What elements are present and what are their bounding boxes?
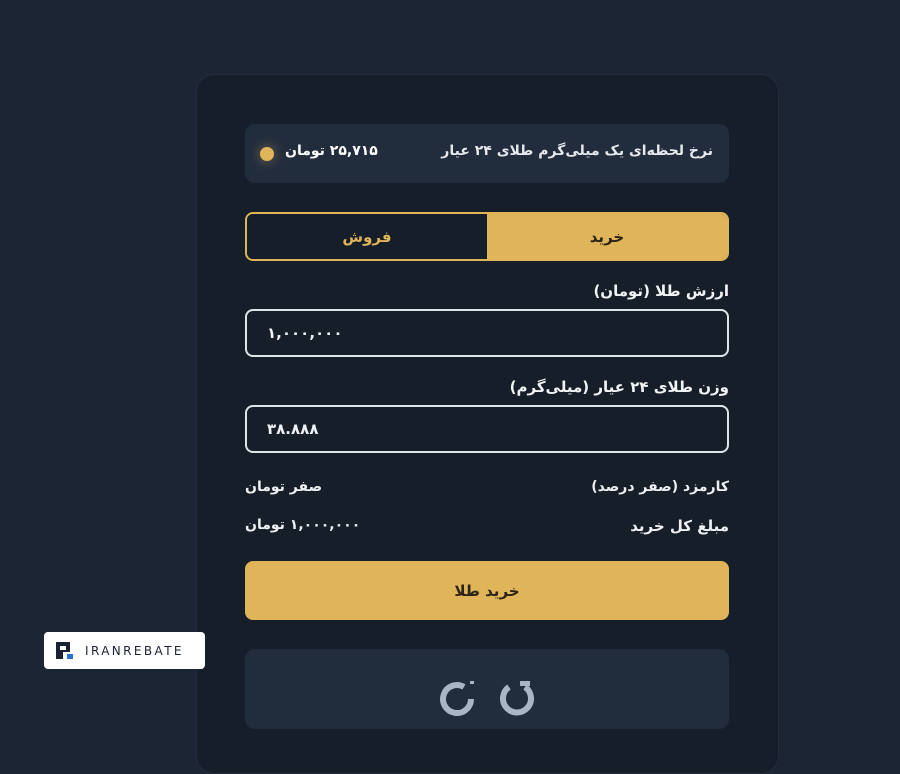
gold-weight-input[interactable]: ۳۸.۸۸۸	[245, 405, 729, 453]
loading-panel	[245, 649, 729, 729]
tab-buy[interactable]: خرید	[487, 214, 727, 259]
iranrebate-logo-icon	[54, 640, 75, 661]
trade-type-tabs: فروش خرید	[245, 212, 729, 261]
live-indicator-icon	[260, 147, 274, 161]
buy-gold-button[interactable]: خرید طلا	[245, 561, 729, 620]
gold-value-label: ارزش طلا (تومان)	[593, 282, 729, 300]
fee-value: صفر تومان	[245, 479, 323, 495]
gold-weight-label: وزن طلای ۲۴ عیار (میلی‌گرم)	[509, 378, 729, 396]
loading-spinner-icon	[440, 681, 474, 717]
live-rate-value: ۲۵,۷۱۵ تومان	[285, 143, 378, 159]
gold-value-input[interactable]: ۱,۰۰۰,۰۰۰	[245, 309, 729, 357]
live-rate-box: نرخ لحظه‌ای یک میلی‌گرم طلای ۲۴ عیار ۲۵,…	[245, 124, 729, 183]
total-label: مبلغ کل خرید	[630, 517, 729, 535]
watermark-text: IRANREBATE	[85, 643, 184, 658]
tab-sell[interactable]: فروش	[247, 214, 487, 259]
iranrebate-watermark: IRANREBATE	[44, 632, 205, 669]
total-value: ۱,۰۰۰,۰۰۰ تومان	[245, 517, 361, 533]
live-rate-label: نرخ لحظه‌ای یک میلی‌گرم طلای ۲۴ عیار	[441, 143, 713, 159]
refresh-icon	[500, 681, 534, 716]
fee-label: کارمزد (صفر درصد)	[591, 479, 729, 495]
